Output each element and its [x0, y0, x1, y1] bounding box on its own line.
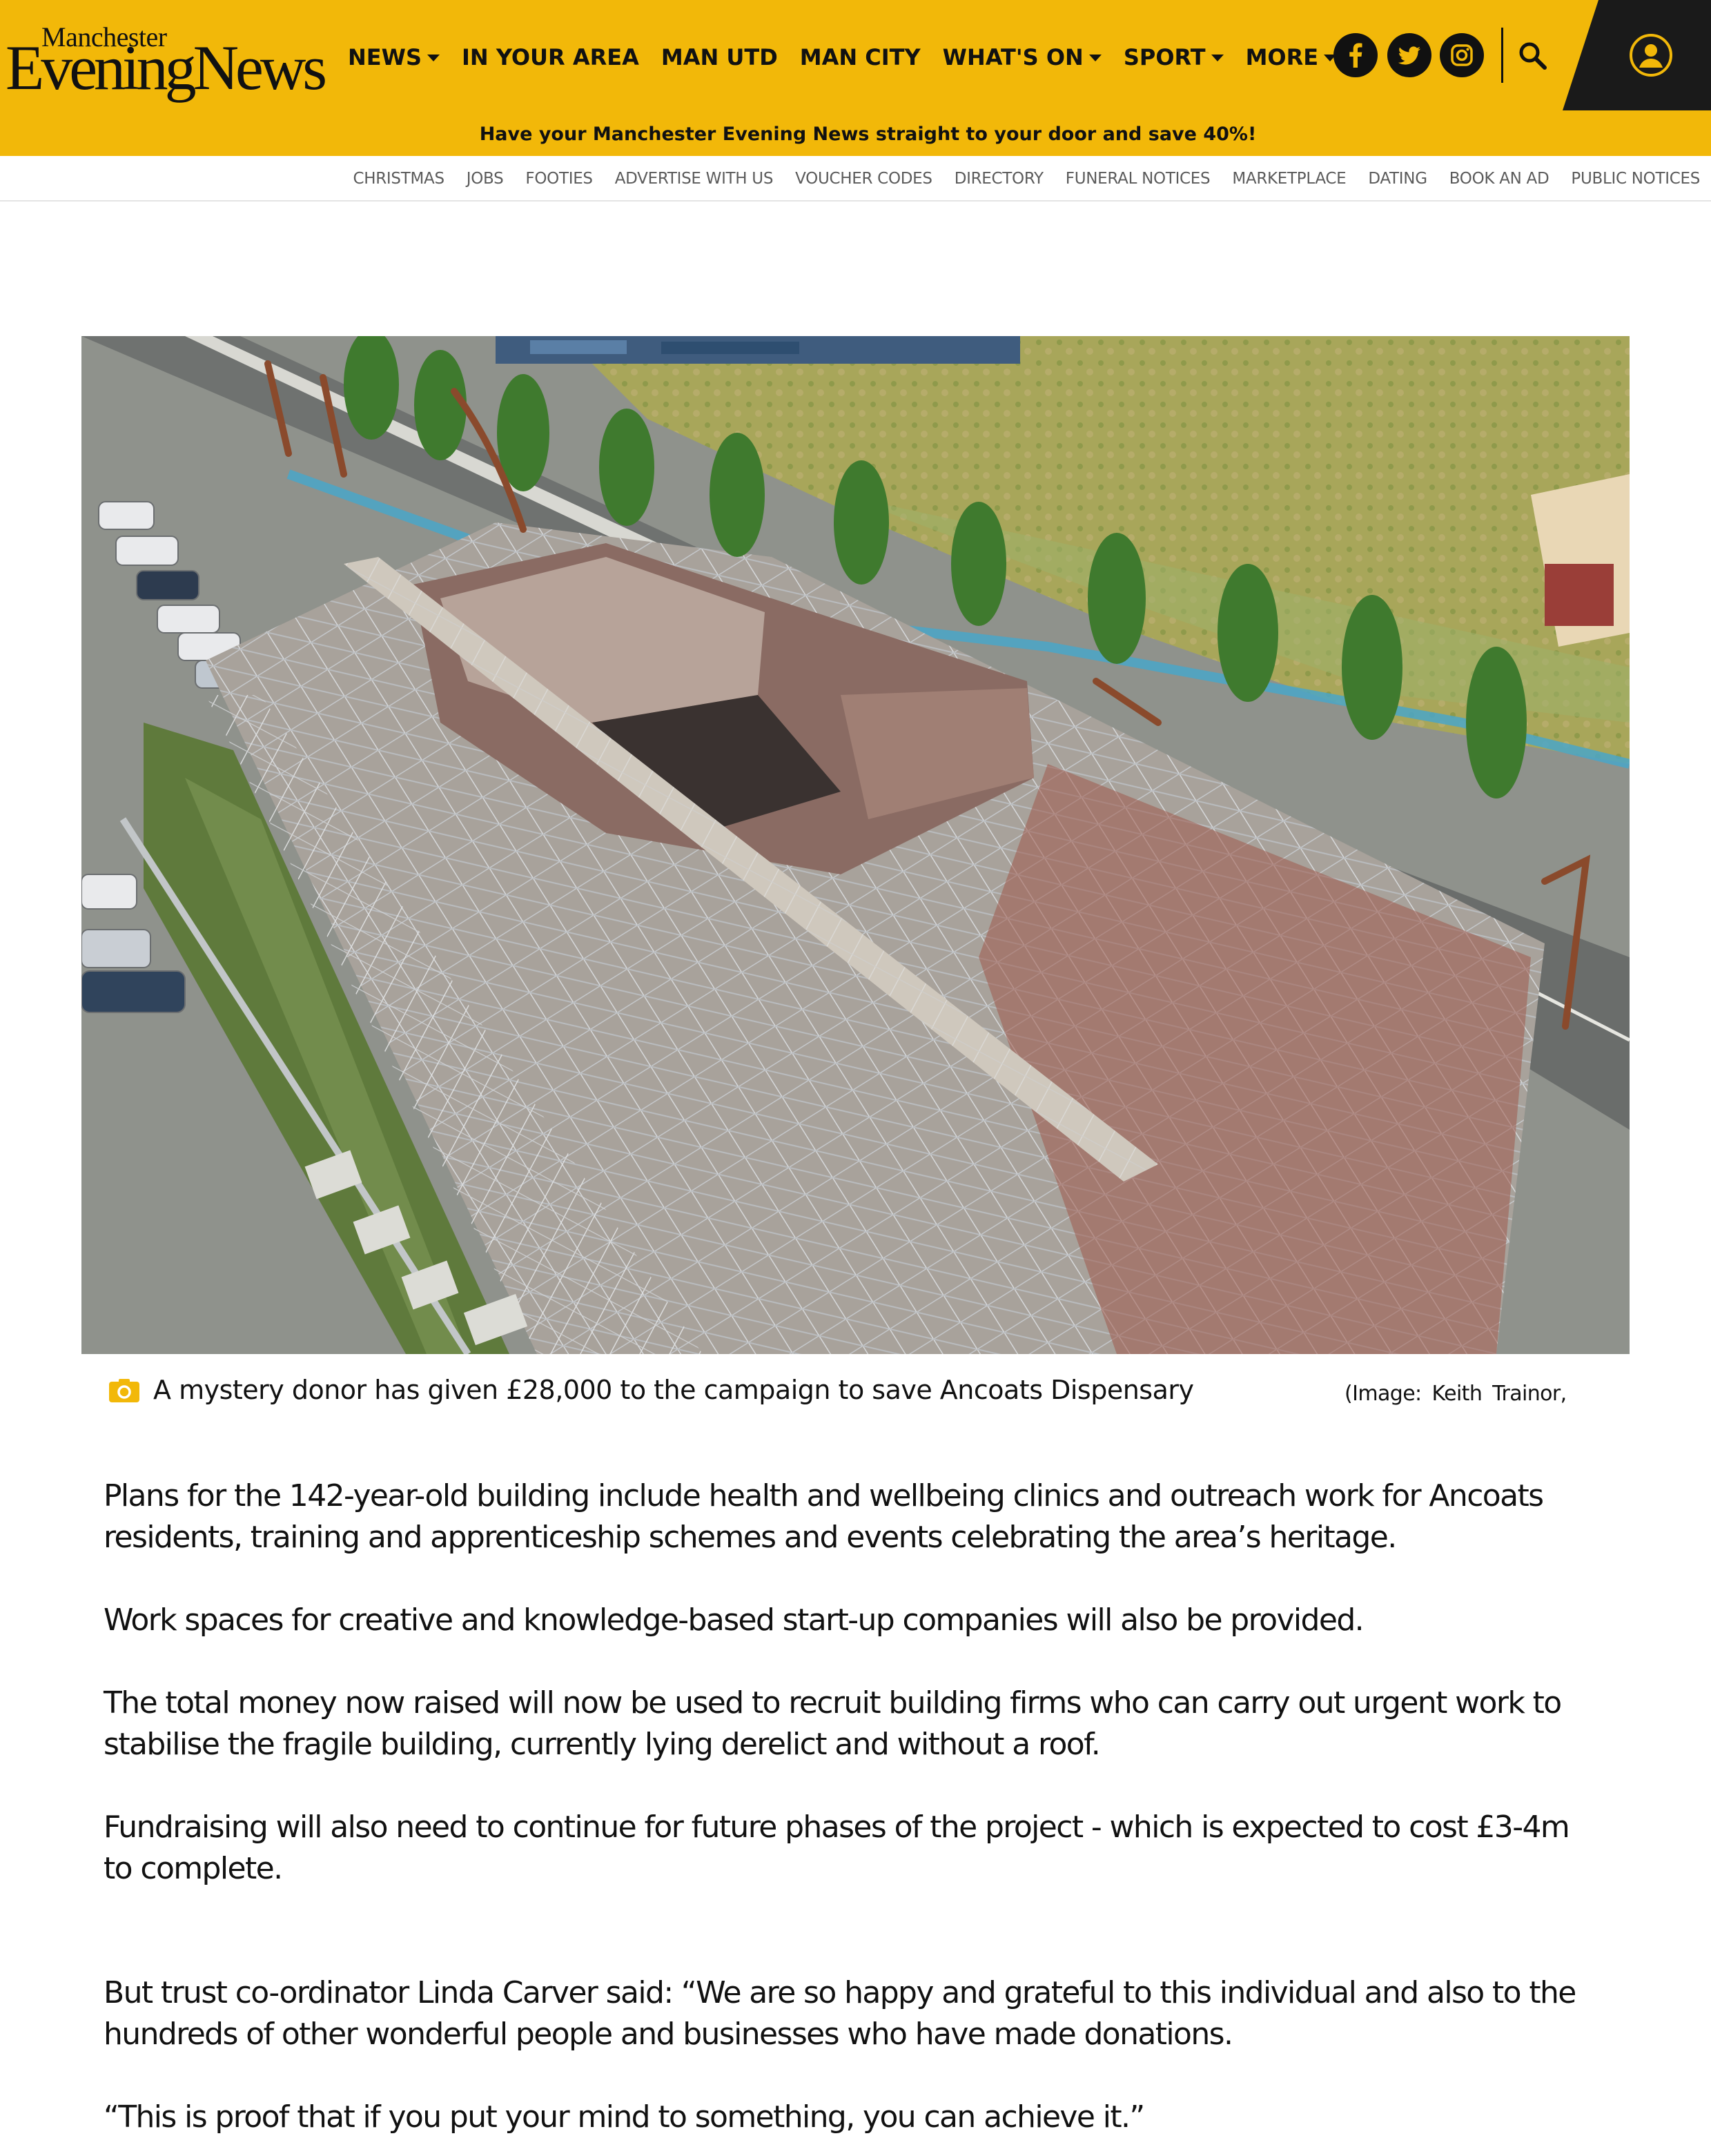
instagram-icon[interactable] [1440, 33, 1484, 77]
image-caption: A mystery donor has given £28,000 to the… [109, 1372, 1627, 1409]
twitter-icon[interactable] [1387, 33, 1431, 77]
nav-item-sport[interactable]: SPORT [1124, 44, 1224, 70]
subnav-item-voucher-codes[interactable]: VOUCHER CODES [795, 170, 932, 188]
article-paragraph: Fundraising will also need to continue f… [104, 1807, 1650, 1890]
main-nav: NEWS IN YOUR AREA MAN UTD MAN CITY WHAT'… [348, 40, 1358, 75]
paragraph-line: stabilise the fragile building, currentl… [104, 1727, 1101, 1762]
article-hero-image[interactable] [81, 336, 1630, 1354]
logo-big-text: EveningNews [6, 32, 327, 103]
nav-label: MORE [1245, 44, 1319, 70]
caret-down-icon [1211, 55, 1224, 61]
nav-item-whats-on[interactable]: WHAT'S ON [943, 44, 1102, 70]
nav-item-more[interactable]: MORE [1246, 44, 1337, 70]
caret-down-icon [427, 55, 440, 61]
secondary-nav: CHRISTMAS JOBS FOOTIES ADVERTISE WITH US… [0, 156, 1711, 202]
subnav-item-marketplace[interactable]: MARKETPLACE [1232, 170, 1346, 188]
paragraph-line: residents, training and apprenticeship s… [104, 1520, 1397, 1555]
subnav-item-dating[interactable]: DATING [1368, 170, 1427, 188]
subnav-item-advertise[interactable]: ADVERTISE WITH US [615, 170, 774, 188]
caption-text: A mystery donor has given £28,000 to the… [153, 1375, 1194, 1405]
user-account-icon[interactable] [1629, 33, 1673, 77]
paragraph-line: But trust co-ordinator Linda Carver said… [104, 1975, 1576, 2010]
article-paragraph: The total money now raised will now be u… [104, 1683, 1650, 1765]
nav-item-man-city[interactable]: MAN CITY [800, 44, 921, 70]
nav-label: MAN UTD [661, 44, 778, 70]
nav-label: MAN CITY [799, 44, 921, 70]
subnav-item-christmas[interactable]: CHRISTMAS [353, 170, 445, 188]
nav-label: SPORT [1123, 44, 1206, 70]
paragraph-line: The total money now raised will now be u… [104, 1685, 1562, 1721]
article-paragraph: Plans for the 142-year-old building incl… [104, 1476, 1650, 1558]
subscription-promo-link[interactable]: Have your Manchester Evening News straig… [0, 119, 1711, 149]
camera-icon [109, 1379, 139, 1402]
paragraph-line: “This is proof that if you put your mind… [104, 2099, 1145, 2135]
nav-item-man-utd[interactable]: MAN UTD [661, 44, 778, 70]
paragraph-line: Fundraising will also need to continue f… [104, 1810, 1570, 1845]
subnav-item-jobs[interactable]: JOBS [467, 170, 504, 188]
site-header: Manchester EveningNews NEWS IN YOUR AREA… [0, 0, 1711, 156]
image-credit: (Image: Keith Trainor, [1345, 1382, 1567, 1406]
caret-down-icon [1088, 55, 1102, 61]
paragraph-line: to complete. [104, 1851, 283, 1886]
paragraph-line: hundreds of other wonderful people and b… [104, 2017, 1233, 2052]
nav-label: IN YOUR AREA [461, 44, 639, 70]
article-paragraph: “This is proof that if you put your mind… [104, 2097, 1650, 2138]
nav-item-in-your-area[interactable]: IN YOUR AREA [462, 44, 639, 70]
subnav-item-public-notices[interactable]: PUBLIC NOTICES [1571, 170, 1700, 188]
nav-label: NEWS [348, 44, 422, 70]
article-paragraph: But trust co-ordinator Linda Carver said… [104, 1972, 1650, 2055]
article-paragraph: Work spaces for creative and knowledge-b… [104, 1600, 1650, 1641]
subnav-item-footies[interactable]: FOOTIES [525, 170, 593, 188]
subnav-item-directory[interactable]: DIRECTORY [955, 170, 1044, 188]
paragraph-line: Work spaces for creative and knowledge-b… [104, 1603, 1365, 1638]
nav-item-news[interactable]: NEWS [348, 44, 440, 70]
paragraph-line: Plans for the 142-year-old building incl… [104, 1478, 1544, 1513]
nav-label: WHAT'S ON [942, 44, 1084, 70]
facebook-icon[interactable] [1333, 33, 1378, 77]
search-icon[interactable] [1516, 39, 1550, 73]
subnav-item-book-an-ad[interactable]: BOOK AN AD [1449, 170, 1549, 188]
header-divider [1501, 28, 1503, 83]
site-logo[interactable]: Manchester EveningNews [6, 21, 327, 99]
subnav-item-funeral-notices[interactable]: FUNERAL NOTICES [1066, 170, 1211, 188]
